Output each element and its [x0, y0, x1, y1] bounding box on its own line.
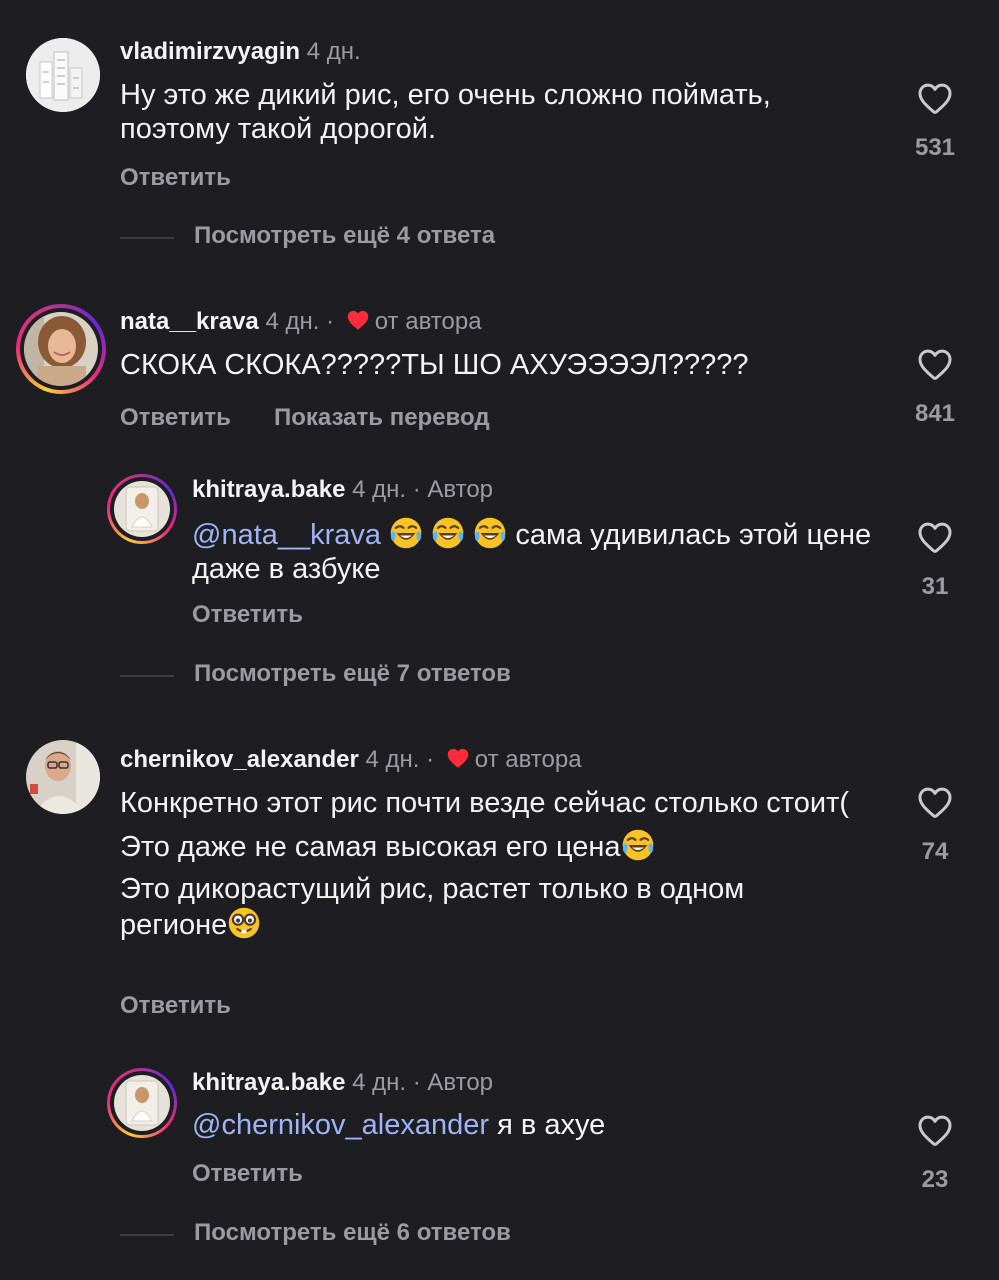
comment-line-text: Это дикорастущий рис, растет только в од…: [120, 873, 745, 941]
timestamp: 4 дн.: [306, 38, 361, 65]
mention-link[interactable]: @nata__krava: [192, 519, 381, 551]
avatar[interactable]: [24, 312, 98, 386]
story-ring: [107, 474, 177, 544]
reply-message: я в ахуе: [497, 1109, 606, 1141]
heart-outline-icon[interactable]: [915, 1110, 955, 1150]
reply-text: @nata__krava сама удивилась этой цене да…: [192, 516, 872, 586]
show-translation-button[interactable]: Показать перевод: [274, 404, 490, 432]
like-control: 841: [900, 344, 970, 428]
heart-outline-icon[interactable]: [915, 517, 955, 557]
laughing-emoji-icon: [431, 516, 465, 550]
comment-nata-krava: nata__krava 4 дн. · от автора СКОКА СКОК…: [0, 270, 999, 700]
author-liked-heart-icon: [445, 745, 471, 771]
reply-button[interactable]: Ответить: [120, 404, 231, 432]
woman-mirror-photo-icon: [114, 1075, 170, 1131]
woman-mirror-photo-icon: [114, 481, 170, 537]
timestamp-author: 4 дн. · Автор: [352, 476, 494, 503]
like-count: 841: [914, 400, 956, 427]
comment-text: Конкретно этот рис почти везде сейчас ст…: [120, 786, 850, 942]
username[interactable]: chernikov_alexander: [120, 746, 359, 773]
avatar[interactable]: [114, 481, 170, 537]
avatar[interactable]: [26, 38, 100, 112]
laughing-emoji-icon: [621, 828, 655, 862]
laughing-emoji-icon: [473, 516, 507, 550]
story-ring: [16, 304, 106, 394]
comment-line: Это даже не самая высокая его цена: [120, 828, 850, 864]
building-avatar-icon: [26, 38, 100, 112]
comment-text: СКОКА СКОКА?????ТЫ ШО АХУЭЭЭЭЛ?????: [120, 349, 749, 381]
username[interactable]: khitraya.bake: [192, 1069, 345, 1096]
divider-line: [120, 675, 174, 677]
author-liked-heart-icon: [345, 307, 371, 333]
divider-line: [120, 1234, 174, 1236]
username[interactable]: vladimirzvyagin: [120, 38, 300, 65]
like-count: 23: [921, 1166, 949, 1193]
like-control: 23: [900, 1110, 970, 1194]
comment-vladimirzvyagin: vladimirzvyagin 4 дн. Ну это же дикий ри…: [0, 0, 999, 260]
timestamp-author: 4 дн. · Автор: [352, 1069, 494, 1096]
reply-button[interactable]: Ответить: [120, 164, 231, 192]
like-control: 531: [900, 78, 970, 162]
username[interactable]: khitraya.bake: [192, 476, 345, 503]
reply-text: @chernikov_alexander я в ахуе: [192, 1108, 872, 1142]
woman-portrait-icon: [24, 312, 98, 386]
comment-header: chernikov_alexander 4 дн. · от автора: [120, 745, 582, 775]
heart-outline-icon[interactable]: [915, 344, 955, 384]
like-count: 531: [914, 134, 956, 161]
avatar[interactable]: [114, 1075, 170, 1131]
reply-button[interactable]: Ответить: [192, 1160, 303, 1188]
laughing-emoji-icon: [389, 516, 423, 550]
view-more-label: Посмотреть ещё 6 ответов: [194, 1219, 511, 1246]
reply-header: khitraya.bake 4 дн. · Автор: [192, 1068, 493, 1098]
view-more-label: Посмотреть ещё 4 ответа: [194, 222, 496, 249]
avatar[interactable]: [26, 740, 100, 814]
heart-outline-icon[interactable]: [915, 78, 955, 118]
timestamp: 4 дн. ·: [365, 746, 435, 773]
author-liked-label: от автора: [374, 308, 482, 335]
like-control: 74: [900, 782, 970, 866]
nerd-face-emoji-icon: [227, 906, 261, 940]
like-control: 31: [900, 517, 970, 601]
mention-link[interactable]: @chernikov_alexander: [192, 1109, 489, 1141]
comment-line: Конкретно этот рис почти везде сейчас ст…: [120, 787, 850, 819]
story-ring: [107, 1068, 177, 1138]
comment-header: nata__krava 4 дн. · от автора: [120, 307, 482, 337]
comment-chernikov-alexander: chernikov_alexander 4 дн. · от автора Ко…: [0, 708, 999, 1268]
like-count: 74: [921, 838, 949, 865]
comment-line-text: Это даже не самая высокая его цена: [120, 831, 621, 863]
reply-button[interactable]: Ответить: [120, 992, 231, 1020]
username[interactable]: nata__krava: [120, 308, 259, 335]
comment-text: Ну это же дикий рис, его очень сложно по…: [120, 78, 860, 146]
comment-header: vladimirzvyagin 4 дн.: [120, 37, 361, 67]
reply-header: khitraya.bake 4 дн. · Автор: [192, 475, 493, 505]
man-portrait-icon: [26, 740, 100, 814]
comment-line: Ну это же дикий рис, его очень сложно по…: [120, 79, 771, 145]
comment-line: Это дикорастущий рис, растет только в од…: [120, 872, 850, 942]
heart-outline-icon[interactable]: [915, 782, 955, 822]
view-more-label: Посмотреть ещё 7 ответов: [194, 660, 511, 687]
author-liked-label: от автора: [474, 746, 582, 773]
like-count: 31: [921, 573, 949, 600]
divider-line: [120, 237, 174, 239]
timestamp: 4 дн. ·: [265, 308, 335, 335]
reply-button[interactable]: Ответить: [192, 601, 303, 629]
